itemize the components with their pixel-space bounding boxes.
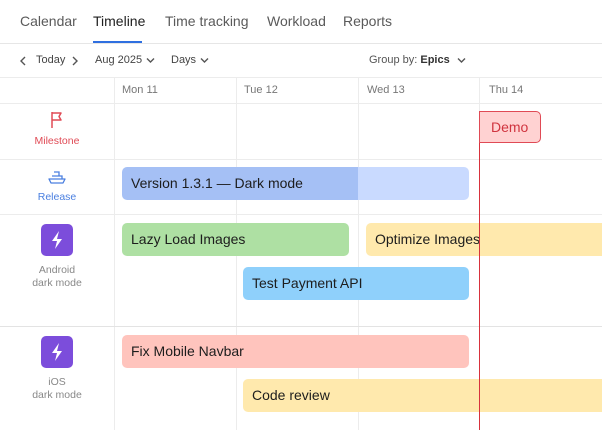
month-selector[interactable]: Aug 2025: [95, 54, 142, 66]
group-by-value: Epics: [420, 54, 450, 66]
epic-badge: [41, 224, 73, 256]
today-marker-line: [479, 142, 480, 430]
ship-icon: [48, 171, 66, 184]
task-bar-label: Fix Mobile Navbar: [131, 343, 244, 359]
task-bar-label: Test Payment API: [252, 275, 363, 291]
view-tabs: Calendar Timeline Time tracking Workload…: [0, 0, 602, 44]
lightning-icon: [52, 231, 62, 249]
task-bar-lazy-load[interactable]: Lazy Load Images: [122, 223, 349, 256]
tab-timeline[interactable]: Timeline: [93, 13, 145, 29]
release-bar-label: Version 1.3.1 — Dark mode: [131, 175, 303, 191]
task-bar-label: Lazy Load Images: [131, 231, 246, 247]
scale-chevron-down-icon[interactable]: [200, 57, 209, 64]
day-header-mon: Mon 11: [122, 84, 158, 96]
scale-selector[interactable]: Days: [171, 54, 196, 66]
month-chevron-down-icon[interactable]: [146, 57, 155, 64]
grid-column-divider: [358, 78, 359, 430]
group-by-label: Group by:: [369, 54, 418, 66]
tab-time-tracking[interactable]: Time tracking: [165, 13, 249, 29]
release-bar[interactable]: Version 1.3.1 — Dark mode: [122, 167, 469, 200]
today-button[interactable]: Today: [36, 54, 65, 66]
group-label-milestone: Milestone: [34, 135, 80, 147]
group-label-release: Release: [37, 191, 77, 203]
lightning-icon: [52, 343, 62, 361]
grid-row-divider: [0, 326, 602, 327]
active-tab-indicator: [93, 41, 142, 43]
tab-workload[interactable]: Workload: [267, 13, 326, 29]
grid-column-divider: [114, 78, 115, 430]
task-bar-optimize-images[interactable]: Optimize Images: [366, 223, 602, 256]
tab-calendar[interactable]: Calendar: [20, 13, 77, 29]
timeline-toolbar: Today Aug 2025 Days Group by: Epics: [0, 44, 602, 78]
task-bar-code-review[interactable]: Code review: [243, 379, 602, 412]
group-label-android: Android dark mode: [32, 264, 82, 289]
previous-chevron-icon[interactable]: [19, 56, 27, 66]
flag-icon: [51, 112, 62, 128]
group-by-chevron-down-icon[interactable]: [457, 57, 466, 64]
task-bar-label: Optimize Images: [375, 231, 481, 247]
task-bar-label: Code review: [252, 387, 330, 403]
next-chevron-icon[interactable]: [71, 56, 79, 66]
tab-reports[interactable]: Reports: [343, 13, 392, 29]
day-header-wed: Wed 13: [367, 84, 405, 96]
day-header-tue: Tue 12: [244, 84, 278, 96]
task-bar-fix-navbar[interactable]: Fix Mobile Navbar: [122, 335, 469, 368]
day-header-thu: Thu 14: [489, 84, 524, 96]
group-by-selector[interactable]: Group by: Epics: [369, 54, 450, 66]
group-label-ios: iOS dark mode: [32, 376, 82, 401]
task-bar-test-payment[interactable]: Test Payment API: [243, 267, 469, 300]
grid-row-divider: [0, 159, 602, 160]
epic-badge: [41, 336, 73, 368]
milestone-demo[interactable]: Demo: [479, 111, 541, 143]
grid-row-divider: [0, 214, 602, 215]
